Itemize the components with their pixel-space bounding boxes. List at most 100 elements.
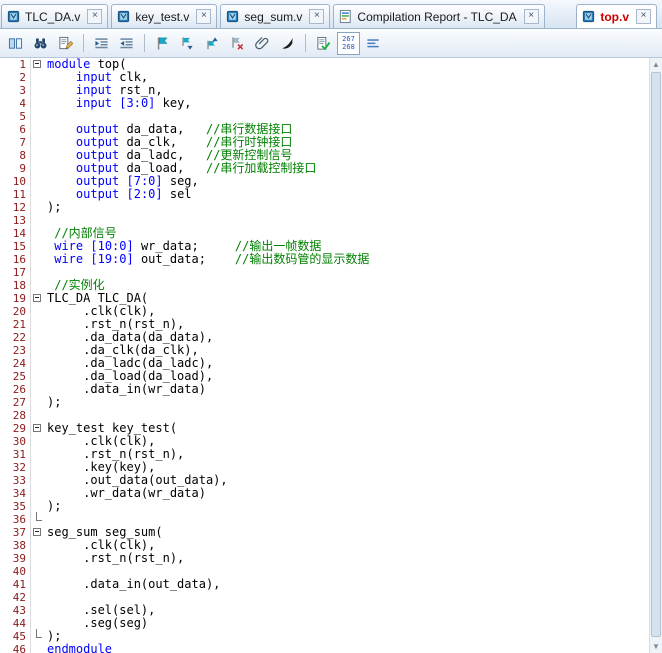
- fold-margin: [31, 175, 45, 188]
- fold-margin: [31, 578, 45, 591]
- fold-collapse-icon[interactable]: [31, 292, 45, 305]
- line-number: 31: [0, 448, 31, 461]
- line-number: 46: [0, 643, 31, 653]
- fold-collapse-icon[interactable]: [31, 422, 45, 435]
- fold-margin: [31, 396, 45, 409]
- line-number: 8: [0, 149, 31, 162]
- fold-margin: [31, 565, 45, 578]
- split-pane-icon[interactable]: [4, 32, 27, 55]
- tab-top-v[interactable]: top.v ×: [576, 4, 657, 28]
- line-counter[interactable]: 267 268: [337, 31, 360, 55]
- code-text: .wr_data(wr_data): [47, 486, 206, 500]
- line-number: 32: [0, 461, 31, 474]
- fold-margin: [31, 643, 45, 653]
- fold-margin: [31, 305, 45, 318]
- scroll-up-icon[interactable]: ▲: [650, 58, 662, 71]
- tab-label: Compilation Report - TLC_DA: [357, 9, 517, 24]
- fold-margin: [31, 279, 45, 292]
- fold-margin: [31, 370, 45, 383]
- increase-indent-icon[interactable]: [90, 32, 113, 55]
- line-number: 23: [0, 344, 31, 357]
- code-text: .data_in(wr_data): [47, 382, 206, 396]
- fold-margin: [31, 188, 45, 201]
- toolbar-separator: [83, 34, 84, 52]
- fold-margin: [31, 240, 45, 253]
- line-number: 12: [0, 201, 31, 214]
- fold-margin: [31, 331, 45, 344]
- vertical-scrollbar[interactable]: ▲ ▼: [649, 58, 662, 653]
- tab-close-icon[interactable]: ×: [196, 9, 212, 24]
- tab-close-icon[interactable]: ×: [309, 9, 325, 24]
- code-text: );: [47, 395, 62, 409]
- scroll-down-icon[interactable]: ▼: [650, 640, 662, 653]
- fold-margin: [31, 149, 45, 162]
- line-number: 5: [0, 110, 31, 123]
- fold-margin: [31, 84, 45, 97]
- code-editor[interactable]: 1 module top(2 input clk, 3 input rst_n, 4 …: [0, 58, 662, 653]
- line-number: 41: [0, 578, 31, 591]
- analyze-icon[interactable]: [312, 32, 335, 55]
- code-text: endmodule: [47, 642, 113, 653]
- code-text: .data_in(out_data),: [47, 577, 221, 591]
- fold-collapse-icon[interactable]: [31, 526, 45, 539]
- line-number: 10: [0, 175, 31, 188]
- tab-label: key_test.v: [135, 9, 190, 24]
- tab-lines-icon[interactable]: [362, 32, 385, 55]
- tab-seg-sum-v[interactable]: seg_sum.v ×: [220, 4, 331, 28]
- line-number: 39: [0, 552, 31, 565]
- line-number: 11: [0, 188, 31, 201]
- fold-margin: [31, 591, 45, 604]
- fold-collapse-icon[interactable]: [31, 58, 45, 71]
- line-number: 13: [0, 214, 31, 227]
- line-number: 18: [0, 279, 31, 292]
- tab-close-icon[interactable]: ×: [87, 9, 103, 24]
- toggle-bookmark-icon[interactable]: [151, 32, 174, 55]
- fold-margin: [31, 344, 45, 357]
- fold-margin: [31, 97, 45, 110]
- clear-bookmarks-icon[interactable]: [226, 32, 249, 55]
- fold-margin: [31, 383, 45, 396]
- previous-bookmark-icon[interactable]: [201, 32, 224, 55]
- code-text: wire [19:0] out_data; //输出数码管的显示数据: [54, 252, 370, 266]
- fold-margin: [31, 409, 45, 422]
- line-number: 34: [0, 487, 31, 500]
- line-number: 43: [0, 604, 31, 617]
- line-number: 37: [0, 526, 31, 539]
- line-number: 9: [0, 162, 31, 175]
- scrollbar-thumb[interactable]: [651, 72, 661, 637]
- code-line: 44 .seg(seg): [0, 617, 649, 630]
- line-counter-value: 268: [342, 43, 355, 51]
- tab-close-icon[interactable]: ×: [636, 9, 651, 24]
- line-number: 33: [0, 474, 31, 487]
- line-number: 35: [0, 500, 31, 513]
- next-bookmark-icon[interactable]: [176, 32, 199, 55]
- code-line: 39 .rst_n(rst_n),: [0, 552, 649, 565]
- code-line: 16 wire [19:0] out_data; //输出数码管的显示数据: [0, 253, 649, 266]
- replace-icon[interactable]: [54, 32, 77, 55]
- fold-margin: [31, 357, 45, 370]
- fold-margin: [31, 435, 45, 448]
- fold-margin: [31, 253, 45, 266]
- tab-tlc-da-v[interactable]: TLC_DA.v ×: [1, 4, 109, 28]
- fold-margin: [31, 539, 45, 552]
- line-number: 44: [0, 617, 31, 630]
- tab-key-test-v[interactable]: key_test.v ×: [111, 4, 218, 28]
- fold-end-marker: [31, 629, 45, 643]
- line-number: 6: [0, 123, 31, 136]
- verilog-file-icon: [581, 9, 596, 24]
- fold-margin: [31, 474, 45, 487]
- line-number: 27: [0, 396, 31, 409]
- tab-compilation-report-tlc-da[interactable]: Compilation Report - TLC_DA ×: [333, 4, 545, 28]
- code-lines[interactable]: 1 module top(2 input clk, 3 input rst_n, 4 …: [0, 58, 649, 653]
- fold-margin: [31, 552, 45, 565]
- line-number: 26: [0, 383, 31, 396]
- tab-close-icon[interactable]: ×: [523, 9, 539, 24]
- fold-margin: [31, 136, 45, 149]
- insert-template-icon[interactable]: [276, 32, 299, 55]
- line-number: 40: [0, 565, 31, 578]
- line-number: 14: [0, 227, 31, 240]
- find-icon[interactable]: [29, 32, 52, 55]
- decrease-indent-icon[interactable]: [115, 32, 138, 55]
- attach-file-icon[interactable]: [251, 32, 274, 55]
- code-text: input [3:0] key,: [75, 96, 192, 110]
